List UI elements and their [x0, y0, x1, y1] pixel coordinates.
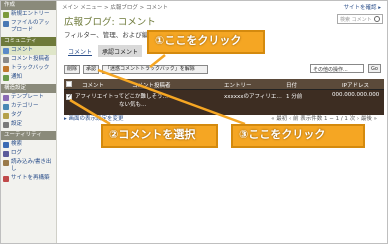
upload-icon	[3, 20, 9, 27]
sidebar-item-import-export[interactable]: 読み込み/書き出し	[1, 158, 56, 174]
sidebar-item-tags[interactable]: タグ	[1, 111, 56, 120]
tab-bar: コメント 承認コメント	[64, 45, 143, 57]
sidebar-section-design: 構造設定	[1, 84, 56, 93]
comment-icon	[3, 47, 9, 54]
sidebar-section-utility: ユーティリティ	[1, 131, 56, 140]
row-comment[interactable]: アフィリエイトってどこか難しそう…	[75, 92, 168, 100]
commenter-icon	[3, 56, 9, 63]
sidebar-item-upload[interactable]: ファイルのアップロード	[1, 19, 56, 35]
view-site-link[interactable]: サイトを確認 ▸	[343, 3, 381, 11]
search-input[interactable]: 検索 コメント	[337, 14, 383, 24]
settings-icon	[3, 121, 9, 128]
col-entry[interactable]: エントリー	[224, 81, 252, 89]
delete-button[interactable]: 削除	[64, 65, 81, 74]
display-settings-link[interactable]: ▸ 画面の表示設定を変更	[64, 114, 124, 122]
pagination: « 最初 ‹ 前 表示件数 1 − 1 / 1 次 › 最後 »	[271, 116, 377, 122]
table-header: コメント コメント投稿者 エントリー 日付 IPアドレス	[64, 79, 384, 89]
sidebar: 作成 新規エントリー ファイルのアップロード コミュニティ コメント コメント投…	[1, 1, 57, 243]
unjunk-button[interactable]: 「迷惑コメントトラックバック」を解除	[102, 65, 209, 74]
tab-comments[interactable]: コメント	[64, 45, 96, 57]
col-comment[interactable]: コメント	[82, 81, 104, 89]
rebuild-icon	[3, 175, 9, 182]
approve-button[interactable]: 承認	[83, 65, 100, 74]
other-actions-select[interactable]: その他の操作...	[310, 64, 364, 73]
sidebar-item-templates[interactable]: テンプレート	[1, 93, 56, 102]
sidebar-section-create: 作成	[1, 1, 56, 10]
col-date[interactable]: 日付	[286, 81, 297, 89]
sidebar-item-new-entry[interactable]: 新規エントリー	[1, 10, 56, 19]
log-icon	[3, 150, 9, 157]
table-row[interactable]: アフィリエイトってどこか難しそう… ない気も… xxxxxxのアフィリエ… 1 …	[64, 89, 384, 115]
category-icon	[3, 103, 9, 110]
search-icon	[3, 141, 9, 148]
row-checkbox[interactable]	[66, 93, 72, 100]
template-icon	[3, 94, 9, 101]
row-entry[interactable]: xxxxxxのアフィリエ…	[224, 92, 282, 100]
sidebar-item-settings[interactable]: 設定	[1, 120, 56, 129]
callout-step-one: ①ここをクリック	[147, 30, 265, 54]
row-comment-line2: ない気も…	[119, 102, 147, 108]
action-toolbar: 削除 承認 「迷惑コメントトラックバック」を解除 その他の操作... Go	[64, 64, 384, 75]
callout-step-two: ②コメントを選択	[101, 124, 218, 148]
sidebar-item-log[interactable]: ログ	[1, 149, 56, 158]
callout-step-three: ③ここをクリック	[231, 124, 365, 148]
sidebar-item-trackbacks[interactable]: トラックバック	[1, 64, 56, 73]
col-ip[interactable]: IPアドレス	[342, 81, 369, 89]
notification-icon	[3, 74, 9, 81]
comments-table: コメント コメント投稿者 エントリー 日付 IPアドレス アフィリエイトってどこ…	[64, 79, 384, 115]
page-title: 広報ブログ: コメント	[64, 17, 156, 28]
tab-approved-comments[interactable]: 承認コメント	[98, 45, 143, 57]
tag-icon	[3, 112, 9, 119]
trackback-icon	[3, 65, 9, 72]
search-icon[interactable]	[374, 16, 380, 22]
sidebar-section-community: コミュニティ	[1, 37, 56, 46]
select-all-checkbox[interactable]	[66, 81, 72, 87]
topbar: メイン メニュー > 広報ブログ > コメント サイトを確認 ▸	[58, 1, 387, 11]
row-date: 1 分前	[286, 94, 303, 100]
new-entry-icon	[3, 11, 9, 18]
sidebar-item-commenters[interactable]: コメント投稿者	[1, 55, 56, 64]
col-commenter[interactable]: コメント投稿者	[132, 81, 171, 89]
import-export-icon	[3, 159, 9, 166]
sidebar-item-search[interactable]: 検索	[1, 140, 56, 149]
go-button[interactable]: Go	[368, 64, 381, 73]
sidebar-item-categories[interactable]: カテゴリー	[1, 102, 56, 111]
breadcrumb[interactable]: メイン メニュー > 広報ブログ > コメント	[62, 5, 168, 11]
sidebar-item-notifications[interactable]: 通知	[1, 73, 56, 82]
sidebar-item-comments[interactable]: コメント	[1, 46, 56, 55]
row-ip: 000.000.000.000	[332, 92, 380, 98]
sidebar-item-rebuild[interactable]: サイトを再構築	[1, 174, 56, 183]
